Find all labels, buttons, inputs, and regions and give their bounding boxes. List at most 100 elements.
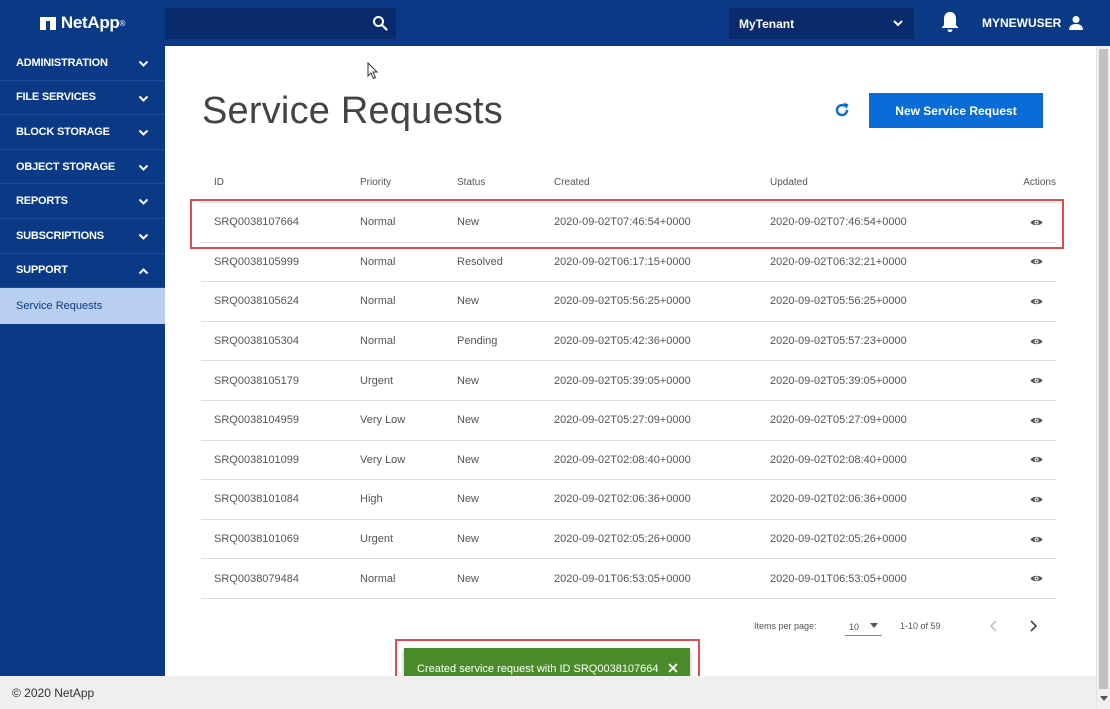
paginator: Items per page: 10 1-10 of 59 (165, 612, 1096, 642)
priority-cell: Urgent (360, 374, 394, 387)
request-id-cell: SRQ0038105624 (214, 295, 300, 308)
status-cell: New (457, 572, 480, 585)
table-row[interactable]: SRQ0038101084 High New 2020-09-02T02:06:36+… (201, 480, 1056, 520)
updated-cell: 2020-09-01T06:53:05+0000 (770, 572, 907, 585)
actions-cell (996, 361, 1056, 400)
status-cell: New (457, 453, 480, 466)
chevron-down-icon (138, 199, 149, 206)
table-row[interactable]: SRQ0038104959 Very Low New 2020-09-02T05:27… (201, 401, 1056, 441)
page-title: Service Requests (202, 90, 504, 132)
actions-cell (996, 559, 1056, 598)
table-row[interactable]: SRQ0038105624 Normal New 2020-09-02T05:56:2… (201, 282, 1056, 322)
updated-cell: 2020-09-02T05:56:25+0000 (770, 295, 907, 308)
sidebar-subitem-service-requests[interactable]: Service Requests (0, 288, 165, 325)
eye-icon[interactable] (1030, 416, 1043, 425)
status-cell: New (457, 374, 480, 387)
request-id-cell: SRQ0038104959 (214, 414, 300, 427)
column-header-id[interactable]: ID (214, 163, 224, 202)
chevron-down-icon (138, 164, 149, 171)
request-id-cell: SRQ0038079484 (214, 572, 300, 585)
table-row[interactable]: SRQ0038105179 Urgent New 2020-09-02T05:39:0… (201, 361, 1056, 401)
status-cell: Pending (457, 335, 498, 348)
column-header-updated[interactable]: Updated (770, 163, 808, 202)
sidebar-item-object-storage[interactable]: OBJECT STORAGE (0, 150, 165, 185)
chevron-down-icon (138, 233, 149, 240)
user-name: MYNEWUSER (982, 16, 1062, 30)
chevron-down-icon (138, 95, 149, 102)
updated-cell: 2020-09-02T05:39:05+0000 (770, 374, 907, 387)
eye-icon[interactable] (1030, 257, 1043, 266)
sidebar: ADMINISTRATION FILE SERVICES BLOCK STORA… (0, 46, 165, 676)
eye-icon[interactable] (1030, 495, 1043, 504)
created-cell: 2020-09-02T02:08:40+0000 (554, 453, 691, 466)
scrollbar-thumb[interactable] (1099, 49, 1108, 689)
priority-cell: Normal (360, 572, 396, 585)
sidebar-subitem-label: Service Requests (16, 300, 103, 313)
eye-icon[interactable] (1030, 376, 1043, 385)
footer: © 2020 NetApp (0, 676, 1096, 709)
sidebar-item-block-storage[interactable]: BLOCK STORAGE (0, 115, 165, 150)
created-cell: 2020-09-02T02:05:26+0000 (554, 533, 691, 546)
actions-cell (996, 520, 1056, 559)
chevron-down-icon (893, 20, 903, 27)
sidebar-item-file-services[interactable]: FILE SERVICES (0, 81, 165, 116)
search-box[interactable] (165, 8, 396, 39)
table-row[interactable]: SRQ0038101099 Very Low New 2020-09-02T02:08… (201, 441, 1056, 481)
user-icon (1069, 16, 1084, 30)
table-row[interactable]: SRQ0038079484 Normal New 2020-09-01T06:53:0… (201, 559, 1056, 599)
netapp-logo[interactable]: NetApp ® (0, 0, 165, 46)
refresh-icon[interactable] (833, 101, 851, 119)
search-icon[interactable] (372, 15, 388, 31)
request-id-cell: SRQ0038101099 (214, 453, 300, 466)
sidebar-item-support[interactable]: SUPPORT (0, 253, 165, 289)
sidebar-item-subscriptions[interactable]: SUBSCRIPTIONS (0, 219, 165, 254)
actions-cell (996, 322, 1056, 361)
top-bar: NetApp ® MyTenant MYNEWUSER (0, 0, 1110, 46)
created-cell: 2020-09-02T02:06:36+0000 (554, 493, 691, 506)
brand-trademark: ® (119, 18, 126, 28)
chevron-right-icon[interactable] (1026, 617, 1040, 635)
eye-icon[interactable] (1030, 297, 1043, 306)
column-header-created[interactable]: Created (554, 163, 590, 202)
table-row[interactable]: SRQ0038101069 Urgent New 2020-09-02T02:05:2… (201, 520, 1056, 560)
eye-icon[interactable] (1030, 535, 1043, 544)
scroll-down-arrow-icon[interactable] (1100, 696, 1108, 701)
created-cell: 2020-09-02T05:56:25+0000 (554, 295, 691, 308)
request-id-cell: SRQ0038101084 (214, 493, 300, 506)
status-cell: New (457, 533, 480, 546)
sidebar-item-label: OBJECT STORAGE (16, 160, 116, 173)
sidebar-item-reports[interactable]: REPORTS (0, 184, 165, 219)
items-per-page-select[interactable]: 10 (845, 618, 882, 636)
request-id-cell: SRQ0038101069 (214, 533, 300, 546)
column-header-priority[interactable]: Priority (360, 163, 391, 202)
sidebar-item-administration[interactable]: ADMINISTRATION (0, 46, 165, 81)
updated-cell: 2020-09-02T05:27:09+0000 (770, 414, 907, 427)
vertical-scrollbar[interactable] (1096, 46, 1110, 709)
table-row[interactable]: SRQ0038105304 Normal Pending 2020-09-02T05:… (201, 322, 1056, 362)
actions-cell (996, 282, 1056, 321)
bell-icon[interactable] (940, 11, 960, 33)
actions-cell (996, 401, 1056, 440)
eye-icon[interactable] (1030, 574, 1043, 583)
status-cell: New (457, 295, 480, 308)
priority-cell: Urgent (360, 533, 394, 546)
priority-cell: High (360, 493, 383, 506)
eye-icon[interactable] (1030, 337, 1043, 346)
request-id-cell: SRQ0038105304 (214, 335, 300, 348)
eye-icon[interactable] (1030, 455, 1043, 464)
updated-cell: 2020-09-02T02:05:26+0000 (770, 533, 907, 546)
created-cell: 2020-09-02T05:27:09+0000 (554, 414, 691, 427)
brand-name: NetApp (60, 13, 120, 32)
actions-cell (996, 480, 1056, 519)
created-cell: 2020-09-02T05:42:36+0000 (554, 335, 691, 348)
tenant-select[interactable]: MyTenant (729, 8, 914, 39)
new-service-request-button[interactable]: New Service Request (869, 93, 1043, 128)
sidebar-item-label: ADMINISTRATION (16, 56, 108, 69)
user-menu[interactable]: MYNEWUSER (982, 0, 1084, 46)
chevron-left-icon[interactable] (987, 617, 1001, 635)
priority-cell: Very Low (360, 453, 406, 466)
netapp-logo-mark (39, 16, 56, 30)
search-input[interactable] (165, 8, 365, 39)
main-content: Service Requests New Service Request ID … (165, 46, 1096, 676)
column-header-status[interactable]: Status (457, 163, 485, 202)
